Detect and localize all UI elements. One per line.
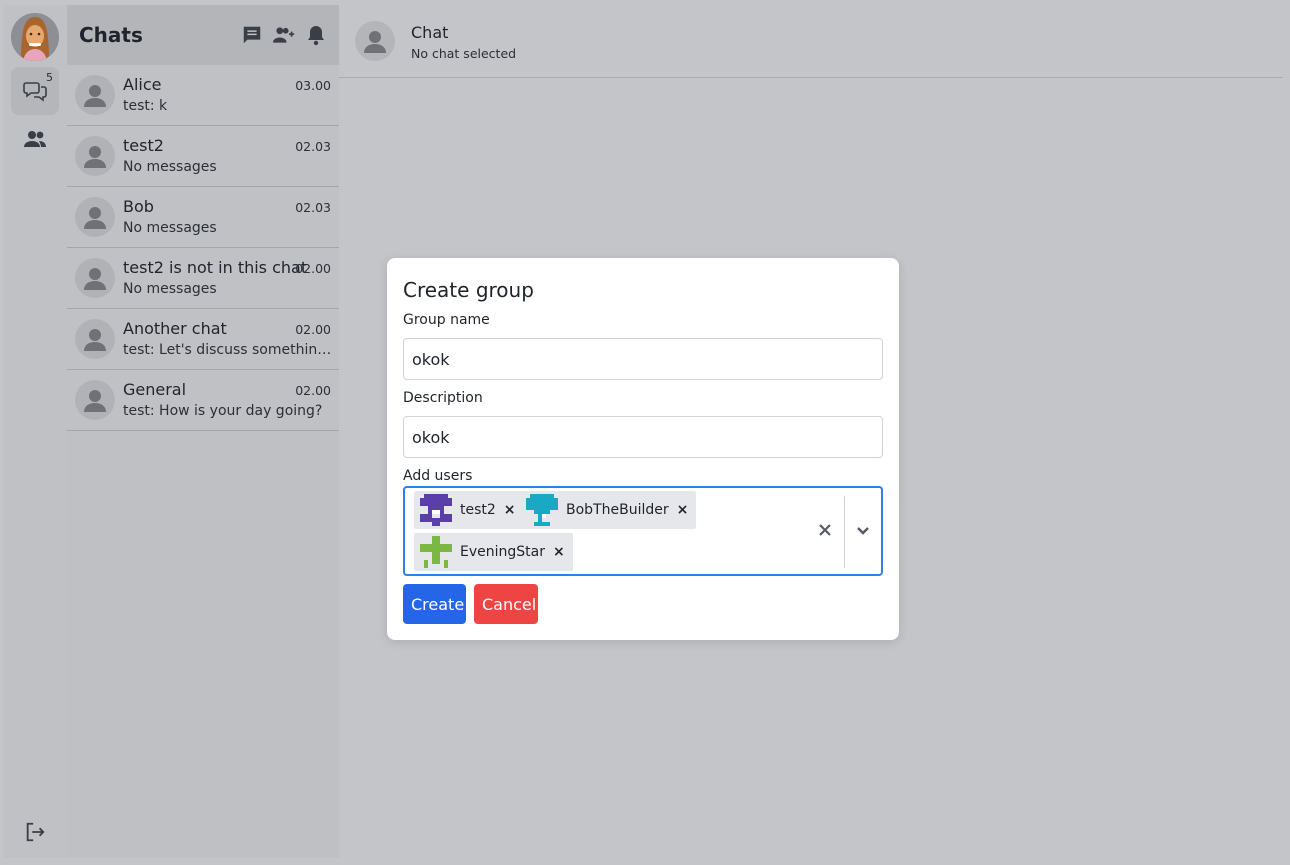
chat-bubbles-icon bbox=[23, 82, 47, 102]
add-users-multiselect[interactable]: test2 × BobTheBuilder × EveningStar × bbox=[403, 486, 883, 576]
new-chat-icon[interactable] bbox=[241, 24, 263, 46]
person-placeholder-icon bbox=[75, 136, 115, 176]
description-input[interactable] bbox=[403, 416, 883, 458]
chat-list-title: Chats bbox=[79, 23, 143, 47]
chat-time: 02.00 bbox=[295, 261, 331, 276]
remove-chip-icon[interactable]: × bbox=[504, 502, 516, 518]
selected-user-chip: EveningStar × bbox=[414, 533, 573, 571]
chat-header-title: Chat bbox=[411, 23, 449, 42]
chevron-down-icon[interactable] bbox=[853, 522, 873, 540]
selected-user-chip: test2 × bbox=[414, 491, 524, 529]
person-placeholder-icon bbox=[75, 75, 115, 115]
person-placeholder-icon bbox=[355, 21, 395, 61]
chat-preview: test: How is your day going? bbox=[123, 403, 323, 419]
chat-name: Bob bbox=[123, 197, 154, 216]
nav-contacts-button[interactable] bbox=[11, 115, 59, 163]
identicon-avatar bbox=[526, 494, 558, 526]
user-avatar[interactable] bbox=[11, 13, 59, 61]
identicon-avatar bbox=[420, 494, 452, 526]
chat-header: Chat No chat selected bbox=[339, 5, 1283, 78]
chat-name: Alice bbox=[123, 75, 162, 94]
person-placeholder-icon bbox=[75, 258, 115, 298]
chat-preview: No messages bbox=[123, 159, 217, 175]
logout-button[interactable] bbox=[11, 812, 59, 852]
group-name-label: Group name bbox=[403, 312, 490, 328]
chat-list-item[interactable]: Alice 03.00 test: k bbox=[67, 65, 339, 126]
selected-user-chip: BobTheBuilder × bbox=[520, 491, 697, 529]
indicator-separator bbox=[844, 496, 845, 568]
chat-list-header: Chats bbox=[67, 5, 339, 65]
create-group-dialog: Create group Group name Description Add … bbox=[387, 258, 899, 640]
chip-label: BobTheBuilder bbox=[566, 502, 669, 518]
clear-all-icon[interactable] bbox=[817, 522, 833, 538]
users-icon bbox=[24, 131, 46, 147]
chat-list-panel: Chats Alice 03.00 test: k test2 02.03 No… bbox=[67, 5, 339, 858]
chat-time: 02.03 bbox=[295, 200, 331, 215]
add-user-icon[interactable] bbox=[273, 24, 295, 46]
group-name-input[interactable] bbox=[403, 338, 883, 380]
create-button[interactable]: Create bbox=[403, 584, 466, 624]
chip-label: test2 bbox=[460, 502, 496, 518]
chat-name: General bbox=[123, 380, 187, 399]
nav-chats-button[interactable]: 5 bbox=[11, 67, 59, 115]
chat-time: 02.03 bbox=[295, 139, 331, 154]
description-label: Description bbox=[403, 390, 483, 406]
chat-time: 03.00 bbox=[295, 78, 331, 93]
logout-icon bbox=[26, 822, 45, 842]
chat-preview: No messages bbox=[123, 220, 217, 236]
chat-name: Another chat bbox=[123, 319, 227, 338]
chat-header-subtitle: No chat selected bbox=[411, 46, 517, 61]
remove-chip-icon[interactable]: × bbox=[553, 544, 565, 560]
chat-time: 02.00 bbox=[295, 383, 331, 398]
chat-list-item[interactable]: Bob 02.03 No messages bbox=[67, 187, 339, 248]
chat-list-item[interactable]: General 02.00 test: How is your day goin… bbox=[67, 370, 339, 431]
person-placeholder-icon bbox=[75, 380, 115, 420]
person-placeholder-icon bbox=[75, 319, 115, 359]
chat-list-item[interactable]: Another chat 02.00 test: Let's discuss s… bbox=[67, 309, 339, 370]
remove-chip-icon[interactable]: × bbox=[677, 502, 689, 518]
user-avatar-image bbox=[11, 13, 59, 61]
add-users-label: Add users bbox=[403, 468, 473, 484]
chat-time: 02.00 bbox=[295, 322, 331, 337]
unread-count-badge: 5 bbox=[46, 71, 53, 84]
chat-name: test2 bbox=[123, 136, 164, 155]
chat-preview: test: Let's discuss something in... bbox=[123, 342, 333, 358]
chat-preview: test: k bbox=[123, 98, 168, 114]
identicon-avatar bbox=[420, 536, 452, 568]
notifications-bell-icon[interactable] bbox=[305, 24, 327, 46]
chat-preview: No messages bbox=[123, 281, 217, 297]
nav-rail: 5 bbox=[3, 5, 67, 858]
chat-list-item[interactable]: test2 is not in this chat 02.00 No messa… bbox=[67, 248, 339, 309]
person-placeholder-icon bbox=[75, 197, 115, 237]
dialog-title: Create group bbox=[403, 278, 534, 302]
cancel-button[interactable]: Cancel bbox=[474, 584, 538, 624]
chat-name: test2 is not in this chat bbox=[123, 258, 308, 277]
chat-list-item[interactable]: test2 02.03 No messages bbox=[67, 126, 339, 187]
chip-label: EveningStar bbox=[460, 544, 545, 560]
